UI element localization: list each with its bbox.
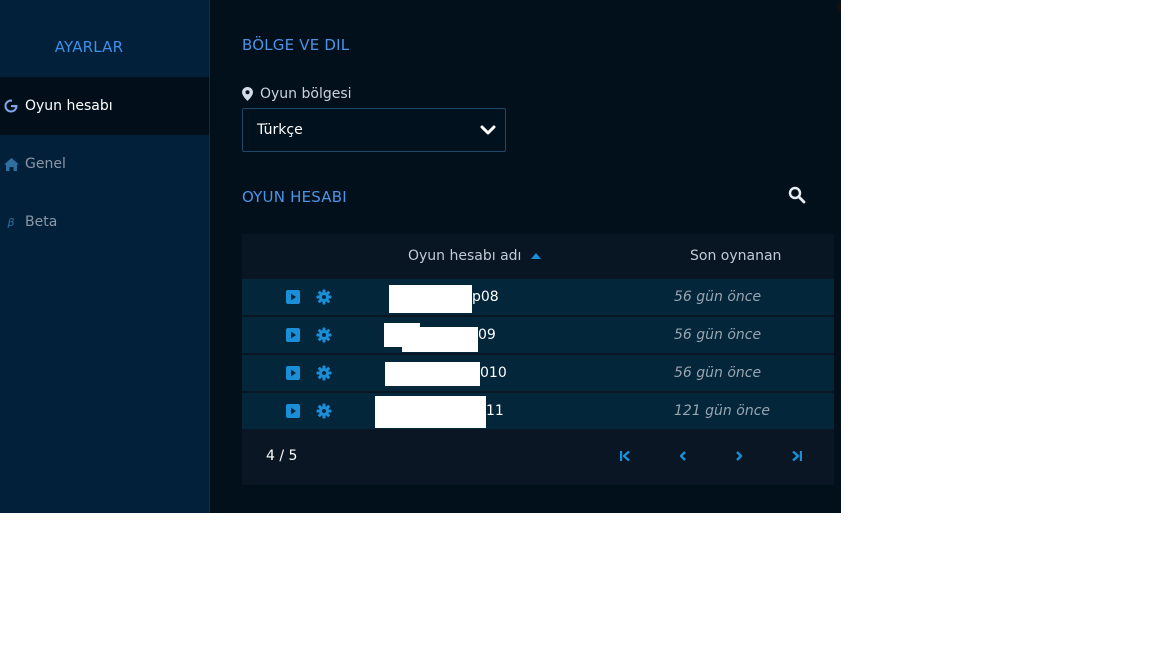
window-edge-mark <box>838 2 841 12</box>
table-row: 010 56 gün önce <box>242 355 834 391</box>
table-header: Oyun hesabı adı Son oynanan <box>242 234 834 278</box>
last-page-icon[interactable] <box>788 447 806 465</box>
accounts-table: Oyun hesabı adı Son oynanan p08 56 gün ö… <box>242 234 834 485</box>
gear-icon[interactable] <box>316 327 332 343</box>
play-icon[interactable] <box>286 327 302 343</box>
settings-window: AYARLAR Oyun hesabı Genel β Beta BÖLGE V… <box>0 0 841 513</box>
next-page-icon[interactable] <box>730 447 748 465</box>
column-header-name[interactable]: Oyun hesabı adı <box>408 234 542 278</box>
pagination-count: 4 / 5 <box>266 448 298 464</box>
sidebar-item-label: Oyun hesabı <box>25 98 113 114</box>
gear-icon[interactable] <box>316 289 332 305</box>
table-row: p08 56 gün önce <box>242 279 834 315</box>
last-played: 56 gün önce <box>674 365 762 381</box>
account-name: p08 <box>472 289 499 305</box>
play-icon[interactable] <box>286 403 302 419</box>
table-row: 09 56 gün önce <box>242 317 834 353</box>
last-played: 56 gün önce <box>674 327 762 343</box>
chevron-down-icon <box>480 124 496 136</box>
first-page-icon[interactable] <box>616 447 634 465</box>
sidebar-item-beta[interactable]: β Beta <box>0 193 209 251</box>
account-name: 010 <box>480 365 507 381</box>
gear-icon[interactable] <box>316 403 332 419</box>
play-icon[interactable] <box>286 289 302 305</box>
region-label-text: Oyun bölgesi <box>260 86 352 102</box>
region-label: Oyun bölgesi <box>242 86 352 102</box>
location-pin-icon <box>242 87 253 101</box>
region-select[interactable]: Türkçe <box>242 108 506 152</box>
last-played: 121 gün önce <box>674 403 771 419</box>
sidebar-item-label: Beta <box>25 214 58 230</box>
redacted-name <box>385 362 480 386</box>
sort-ascending-icon <box>531 253 542 259</box>
redacted-name <box>375 396 486 428</box>
gear-icon[interactable] <box>316 365 332 381</box>
redacted-name <box>402 327 478 352</box>
column-header-last-played[interactable]: Son oynanan <box>690 234 781 278</box>
table-row: 11 121 gün önce <box>242 393 834 429</box>
sidebar-item-label: Genel <box>25 156 66 172</box>
account-name: 11 <box>486 403 504 419</box>
play-icon[interactable] <box>286 365 302 381</box>
accounts-section-title: OYUN HESABI <box>242 188 347 206</box>
sidebar-item-general[interactable]: Genel <box>0 135 209 193</box>
sidebar: AYARLAR Oyun hesabı Genel β Beta <box>0 0 210 513</box>
column-header-name-label: Oyun hesabı adı <box>408 248 522 264</box>
account-name: 09 <box>478 327 496 343</box>
region-select-value: Türkçe <box>257 122 303 138</box>
search-icon[interactable] <box>788 186 808 206</box>
last-played: 56 gün önce <box>674 289 762 305</box>
region-section-title: BÖLGE VE DIL <box>242 36 350 54</box>
main-content: BÖLGE VE DIL Oyun bölgesi Türkçe OYUN HE… <box>210 0 841 513</box>
sidebar-item-game-account[interactable]: Oyun hesabı <box>0 77 209 135</box>
home-icon <box>3 156 19 172</box>
beta-icon: β <box>7 215 15 229</box>
sidebar-title: AYARLAR <box>54 38 124 56</box>
account-icon <box>3 98 19 114</box>
previous-page-icon[interactable] <box>674 447 692 465</box>
redacted-name <box>389 285 472 313</box>
